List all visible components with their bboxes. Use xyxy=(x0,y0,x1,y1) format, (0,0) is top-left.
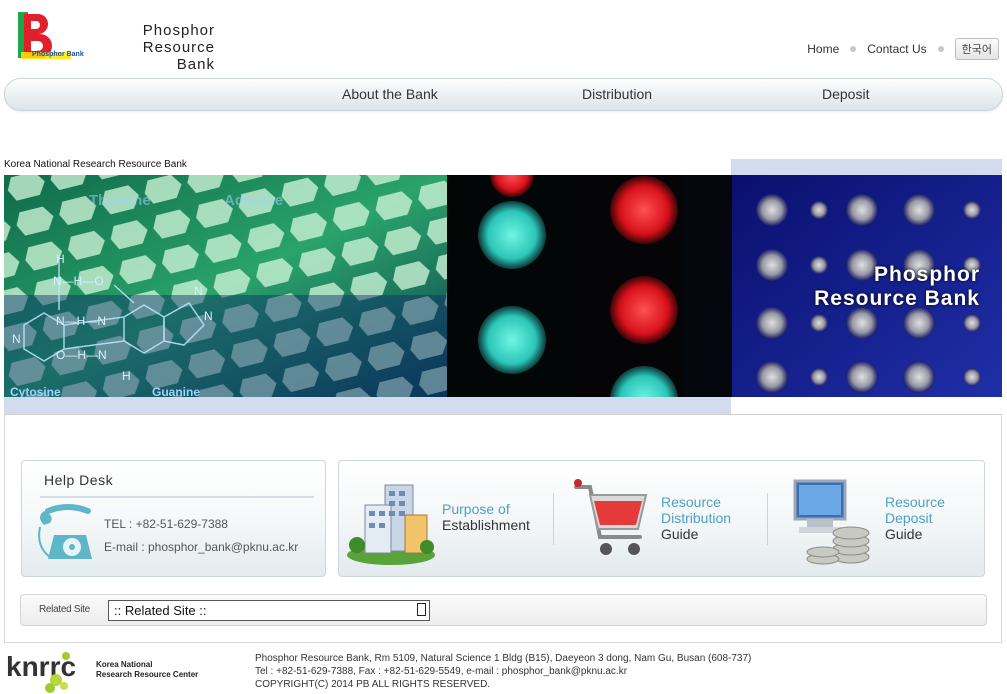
footer-copyright: COPYRIGHT(C) 2014 PB ALL RIGHTS RESERVED… xyxy=(255,679,491,690)
related-site-select[interactable]: :: Related Site :: xyxy=(108,600,430,621)
home-link[interactable]: Home xyxy=(807,42,839,56)
site-title-line2: Resource Bank xyxy=(142,39,215,73)
banner-title-line1: Phosphor xyxy=(874,263,980,286)
main-banner: H N—H—O N—H—N N O—H—N H NN Thymine Adenine … xyxy=(4,175,1002,397)
banner-title: Phosphor Resource Bank xyxy=(814,263,980,311)
distribution-label-line3: Guide xyxy=(661,526,699,542)
utility-nav: Home Contact Us 한국어 xyxy=(807,38,999,60)
distribution-label-line1: Resource xyxy=(661,494,721,510)
deposit-label-line2: Deposit xyxy=(885,510,933,526)
resource-deposit-guide-link[interactable]: Resource Deposit Guide xyxy=(769,461,986,578)
related-site-selected: :: Related Site :: xyxy=(114,603,207,618)
svg-text:N: N xyxy=(194,284,203,298)
quick-links-panel: Purpose of Establishment Resource Distri… xyxy=(338,460,985,577)
help-desk-title: Help Desk xyxy=(44,472,114,488)
help-desk-tel: TEL : +82-51-629-7388 xyxy=(104,517,228,531)
adenine-label: Adenine xyxy=(224,192,283,209)
banner-caption: Korea National Research Resource Bank xyxy=(4,159,187,170)
logo-text: Phosphor Bank xyxy=(32,51,84,58)
dropdown-arrow-icon[interactable] xyxy=(417,603,426,616)
knrrc-logo-icon: knrrc xyxy=(6,651,76,693)
purpose-of-establishment-link[interactable]: Purpose of Establishment xyxy=(339,461,554,578)
purpose-label: Purpose of Establishment xyxy=(442,501,530,533)
purpose-label-line2: Establishment xyxy=(442,517,530,533)
footer-contact: Tel : +82-51-629-7388, Fax : +82-51-629-… xyxy=(255,666,628,677)
knrrc-logo: knrrc xyxy=(6,650,92,694)
knrrc-line1: Korea National xyxy=(96,660,153,669)
knrrc-logo-text: Korea National Research Resource Center xyxy=(96,660,198,680)
thymine-label: Thymine xyxy=(89,192,151,209)
nav-distribution[interactable]: Distribution xyxy=(582,86,652,102)
svg-text:O—H—N: O—H—N xyxy=(56,348,107,362)
computer-coins-icon xyxy=(793,479,870,565)
page: Phosphor Bank Phosphor Resource Bank Hom… xyxy=(0,0,1007,694)
purpose-label-line1: Purpose of xyxy=(442,501,510,517)
bank-logo[interactable]: Phosphor Bank xyxy=(18,12,84,62)
banner-title-line2: Resource Bank xyxy=(814,287,980,310)
svg-text:N—H—N: N—H—N xyxy=(56,314,106,328)
footer-info: Phosphor Resource Bank, Rm 5109, Natural… xyxy=(255,652,751,691)
related-site-bar: Related Site :: Related Site :: xyxy=(20,594,987,626)
guanine-label: Guanine xyxy=(152,385,200,397)
svg-text:H: H xyxy=(56,252,65,266)
nav-deposit[interactable]: Deposit xyxy=(822,86,869,102)
separator-dot-icon xyxy=(937,46,944,52)
quick-separator xyxy=(767,493,768,545)
contact-us-link[interactable]: Contact Us xyxy=(867,42,926,56)
separator-dot-icon xyxy=(850,46,857,52)
svg-text:N: N xyxy=(204,309,213,323)
svg-text:N—H—O: N—H—O xyxy=(53,274,104,288)
related-site-label: Related Site xyxy=(39,604,90,615)
svg-text:H: H xyxy=(122,369,131,383)
shopping-cart-icon xyxy=(574,479,648,555)
help-desk-email[interactable]: E-mail : phosphor_bank@pknu.ac.kr xyxy=(104,540,298,554)
building-icon xyxy=(347,484,435,565)
deposit-label-line3: Guide xyxy=(885,526,923,542)
resource-distribution-guide-link[interactable]: Resource Distribution Guide xyxy=(554,461,769,578)
deposit-label: Resource Deposit Guide xyxy=(885,494,945,542)
telephone-icon xyxy=(38,504,92,559)
help-desk-divider xyxy=(40,496,314,498)
banner-band-bottom xyxy=(4,397,731,414)
footer-address: Phosphor Resource Bank, Rm 5109, Natural… xyxy=(255,653,752,664)
language-korean-button[interactable]: 한국어 xyxy=(954,38,999,60)
knrrc-line2: Research Resource Center xyxy=(96,670,199,679)
nav-about-the-bank[interactable]: About the Bank xyxy=(342,86,438,102)
site-title-line1: Phosphor xyxy=(142,22,215,39)
main-navigation: About the Bank Distribution Deposit xyxy=(4,78,1003,111)
svg-text:N: N xyxy=(12,332,21,346)
deposit-label-line1: Resource xyxy=(885,494,945,510)
help-desk-panel: Help Desk TEL : +82-51-629-7388 E-mail :… xyxy=(21,460,326,577)
distribution-label-line2: Distribution xyxy=(661,510,732,526)
site-title[interactable]: Phosphor Resource Bank xyxy=(100,22,215,73)
banner-band-top xyxy=(731,159,1002,175)
distribution-label: Resource Distribution Guide xyxy=(661,494,731,542)
cytosine-label: Cytosine xyxy=(10,385,61,397)
